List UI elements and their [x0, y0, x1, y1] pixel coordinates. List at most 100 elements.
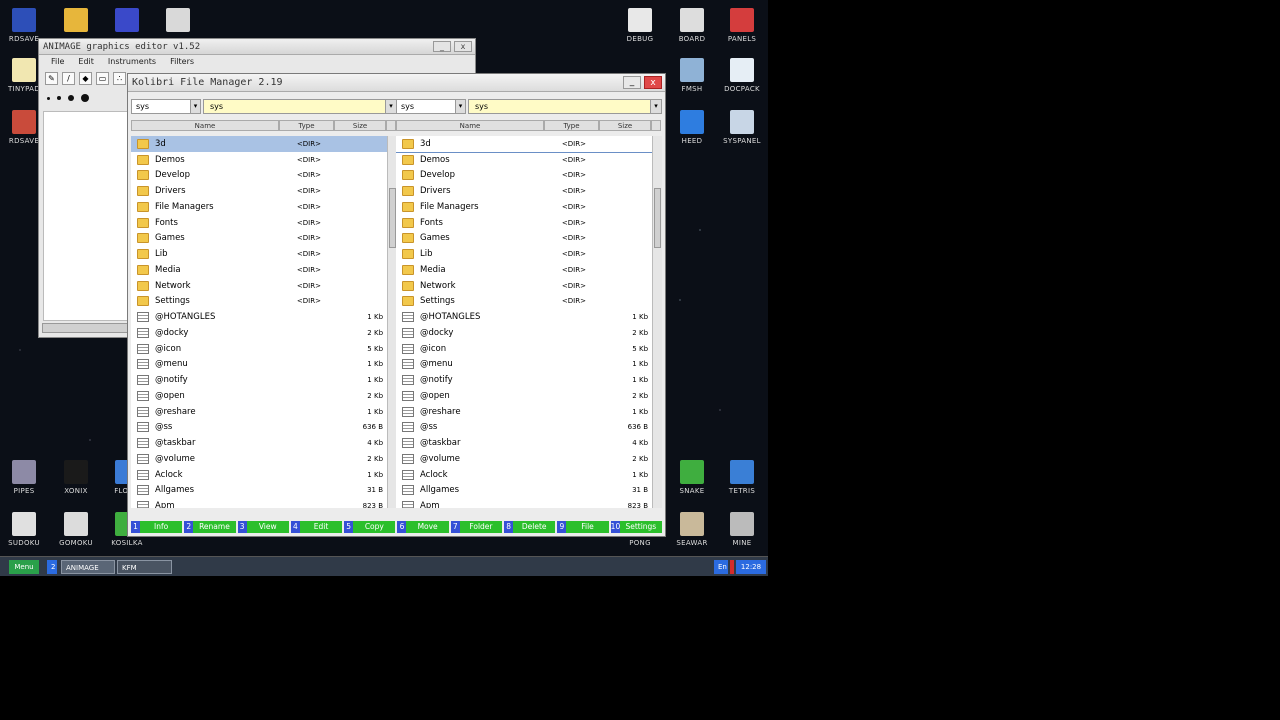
file-row[interactable]: @taskbar 4 Kb	[396, 435, 652, 451]
file-row[interactable]: @volume 2 Kb	[131, 451, 387, 467]
task-animage[interactable]: ANIMAGE	[61, 560, 115, 574]
scrollbar-thumb[interactable]	[654, 188, 661, 248]
col-name[interactable]: Name	[131, 120, 279, 131]
desktop-icon-item2[interactable]	[101, 8, 153, 35]
desktop-icon-snake[interactable]: SNAKE	[666, 460, 718, 495]
pencil-icon[interactable]: ✎	[45, 72, 58, 85]
file-row[interactable]: @ss 636 B	[131, 420, 387, 436]
file-row[interactable]: Fonts <DIR>	[396, 215, 652, 231]
file-row[interactable]: @taskbar 4 Kb	[131, 435, 387, 451]
file-row[interactable]: Aclock 1 Kb	[131, 467, 387, 483]
desktop-icon-gomoku[interactable]: GOMOKU	[50, 512, 102, 547]
file-row[interactable]: @open 2 Kb	[396, 388, 652, 404]
desktop-icon-heed[interactable]: HEED	[666, 110, 718, 145]
brush-size-1[interactable]	[47, 96, 50, 100]
file-row[interactable]: Develop <DIR>	[131, 168, 387, 184]
file-row[interactable]: @notify 1 Kb	[396, 372, 652, 388]
desktop-icon-item1[interactable]	[50, 8, 102, 35]
file-row[interactable]: @menu 1 Kb	[131, 357, 387, 373]
fm-close-button[interactable]: x	[644, 76, 662, 89]
scrollbar-thumb[interactable]	[389, 188, 396, 248]
chevron-down-icon[interactable]: ▾	[385, 100, 396, 113]
eraser-icon[interactable]: ▭	[96, 72, 109, 85]
spray-icon[interactable]: ∴	[113, 72, 126, 85]
file-row[interactable]: Media <DIR>	[396, 262, 652, 278]
desktop-icon-fmsh[interactable]: FMSH	[666, 58, 718, 93]
file-row[interactable]: Allgames 31 B	[396, 483, 652, 499]
file-row[interactable]: @icon 5 Kb	[131, 341, 387, 357]
desktop-icon-tetris[interactable]: TETRIS	[716, 460, 768, 495]
desktop-icon-debug[interactable]: DEBUG	[614, 8, 666, 43]
desktop-icon-board[interactable]: BOARD	[666, 8, 718, 43]
file-row[interactable]: Apm 823 B	[396, 498, 652, 508]
file-row[interactable]: Network <DIR>	[131, 278, 387, 294]
file-row[interactable]: Allgames 31 B	[131, 483, 387, 499]
file-row[interactable]: @reshare 1 Kb	[131, 404, 387, 420]
fkey-view-button[interactable]: 3 View	[237, 521, 289, 533]
col-size[interactable]: Size	[334, 120, 386, 131]
task-kfm[interactable]: KFM	[117, 560, 172, 574]
paint-close-button[interactable]: x	[454, 41, 472, 52]
scrollbar[interactable]	[652, 136, 662, 508]
file-row[interactable]: Settings <DIR>	[396, 294, 652, 310]
fkey-rename-button[interactable]: 2 Rename	[184, 521, 236, 533]
menu-filters[interactable]: Filters	[170, 55, 194, 69]
desktop-icon-panels[interactable]: PANELS	[716, 8, 768, 43]
fkey-copy-button[interactable]: 5 Copy	[344, 521, 396, 533]
file-row[interactable]: Aclock 1 Kb	[396, 467, 652, 483]
path-field[interactable]: sys ▾	[468, 99, 662, 114]
drive-selector[interactable]: sys ▾	[396, 99, 466, 114]
fkey-delete-button[interactable]: 8 Delete	[504, 521, 556, 533]
col-sort-icon[interactable]	[651, 120, 661, 131]
drive-selector[interactable]: sys ▾	[131, 99, 201, 114]
desktop-icon-syspanel[interactable]: SYSPANEL	[716, 110, 768, 145]
brush-size-2[interactable]	[57, 96, 61, 100]
desktop-icon-seawar[interactable]: SEAWAR	[666, 512, 718, 547]
file-row[interactable]: Lib <DIR>	[131, 246, 387, 262]
file-row[interactable]: @HOTANGLES 1 Kb	[396, 309, 652, 325]
file-row[interactable]: Games <DIR>	[131, 231, 387, 247]
file-row[interactable]: 3d <DIR>	[131, 136, 387, 152]
col-name[interactable]: Name	[396, 120, 544, 131]
file-row[interactable]: Fonts <DIR>	[131, 215, 387, 231]
file-row[interactable]: Settings <DIR>	[131, 294, 387, 310]
file-row[interactable]: @notify 1 Kb	[131, 372, 387, 388]
file-row[interactable]: Drivers <DIR>	[131, 183, 387, 199]
col-type[interactable]: Type	[279, 120, 334, 131]
brush-icon[interactable]: /	[62, 72, 75, 85]
menu-instruments[interactable]: Instruments	[108, 55, 156, 69]
file-row[interactable]: Demos <DIR>	[131, 152, 387, 168]
file-row[interactable]: @docky 2 Kb	[396, 325, 652, 341]
file-row[interactable]: Network <DIR>	[396, 278, 652, 294]
file-list[interactable]: 3d <DIR> Demos <DIR> Develop <DIR> Drivers <DIR…	[396, 136, 652, 508]
fkey-move-button[interactable]: 6 Move	[397, 521, 449, 533]
desktop-icon-xonix[interactable]: XONIX	[50, 460, 102, 495]
col-type[interactable]: Type	[544, 120, 599, 131]
paint-canvas[interactable]	[43, 111, 133, 321]
fm-minimize-button[interactable]: _	[623, 76, 641, 89]
file-list[interactable]: 3d <DIR> Demos <DIR> Develop <DIR> Drivers <DIR…	[131, 136, 387, 508]
file-row[interactable]: @open 2 Kb	[131, 388, 387, 404]
fkey-file-button[interactable]: 9 File	[557, 521, 609, 533]
file-row[interactable]: @volume 2 Kb	[396, 451, 652, 467]
chevron-down-icon[interactable]: ▾	[455, 100, 465, 113]
desktop-number[interactable]: 2	[47, 560, 57, 574]
file-row[interactable]: Apm 823 B	[131, 498, 387, 508]
col-sort-icon[interactable]	[386, 120, 396, 131]
start-menu-button[interactable]: Menu	[9, 560, 39, 574]
file-row[interactable]: Lib <DIR>	[396, 246, 652, 262]
file-row[interactable]: 3d <DIR>	[396, 136, 652, 153]
chevron-down-icon[interactable]: ▾	[190, 100, 200, 113]
file-row[interactable]: Develop <DIR>	[396, 168, 652, 184]
fkey-edit-button[interactable]: 4 Edit	[290, 521, 343, 533]
file-row[interactable]: @menu 1 Kb	[396, 357, 652, 373]
desktop-icon-mine[interactable]: MINE	[716, 512, 768, 547]
brush-size-4[interactable]	[81, 94, 89, 102]
fkey-settings-button[interactable]: 10 Settings	[610, 521, 662, 533]
file-row[interactable]: File Managers <DIR>	[396, 199, 652, 215]
brush-size-3[interactable]	[68, 95, 74, 101]
paint-minimize-button[interactable]: _	[433, 41, 451, 52]
file-row[interactable]: @docky 2 Kb	[131, 325, 387, 341]
file-row[interactable]: @ss 636 B	[396, 420, 652, 436]
file-row[interactable]: Games <DIR>	[396, 231, 652, 247]
